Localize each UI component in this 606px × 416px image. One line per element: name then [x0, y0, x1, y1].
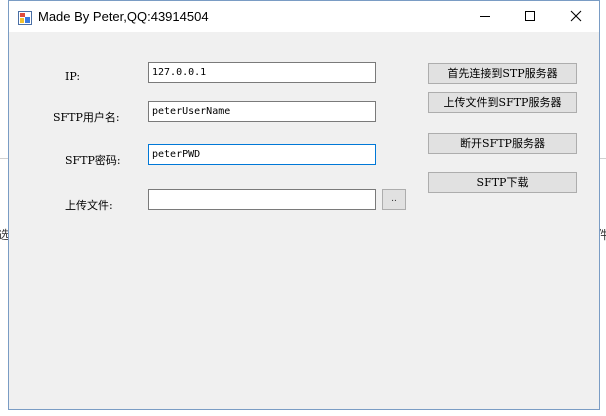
background-divider — [0, 158, 8, 159]
maximize-icon — [525, 11, 535, 21]
ip-input[interactable]: 127.0.0.1 — [148, 62, 376, 83]
title-bar[interactable]: Made By Peter,QQ:43914504 — [9, 1, 599, 32]
ip-label: IP: — [65, 70, 81, 83]
background-divider — [600, 158, 606, 159]
username-label: SFTP用户名: — [53, 111, 120, 124]
main-window: Made By Peter,QQ:43914504 IP: SFTP用户名: S… — [8, 0, 600, 410]
maximize-button[interactable] — [508, 1, 554, 32]
upload-file-label: 上传文件: — [65, 199, 113, 212]
username-input[interactable]: peterUserName — [148, 101, 376, 122]
minimize-icon — [480, 16, 490, 17]
disconnect-button[interactable]: 断开SFTP服务器 — [428, 133, 577, 154]
password-label: SFTP密码: — [65, 154, 121, 167]
download-button[interactable]: SFTP下载 — [428, 172, 577, 193]
connect-button[interactable]: 首先连接到STP服务器 — [428, 63, 577, 84]
window-title: Made By Peter,QQ:43914504 — [38, 9, 209, 24]
upload-file-input[interactable] — [148, 189, 376, 210]
password-input[interactable]: peterPWD — [148, 144, 376, 165]
minimize-button[interactable] — [463, 1, 509, 32]
app-icon — [18, 10, 32, 25]
browse-button[interactable]: .. — [382, 189, 406, 210]
close-button[interactable] — [554, 1, 600, 32]
close-icon — [570, 10, 582, 22]
upload-button[interactable]: 上传文件到SFTP服务器 — [428, 92, 577, 113]
